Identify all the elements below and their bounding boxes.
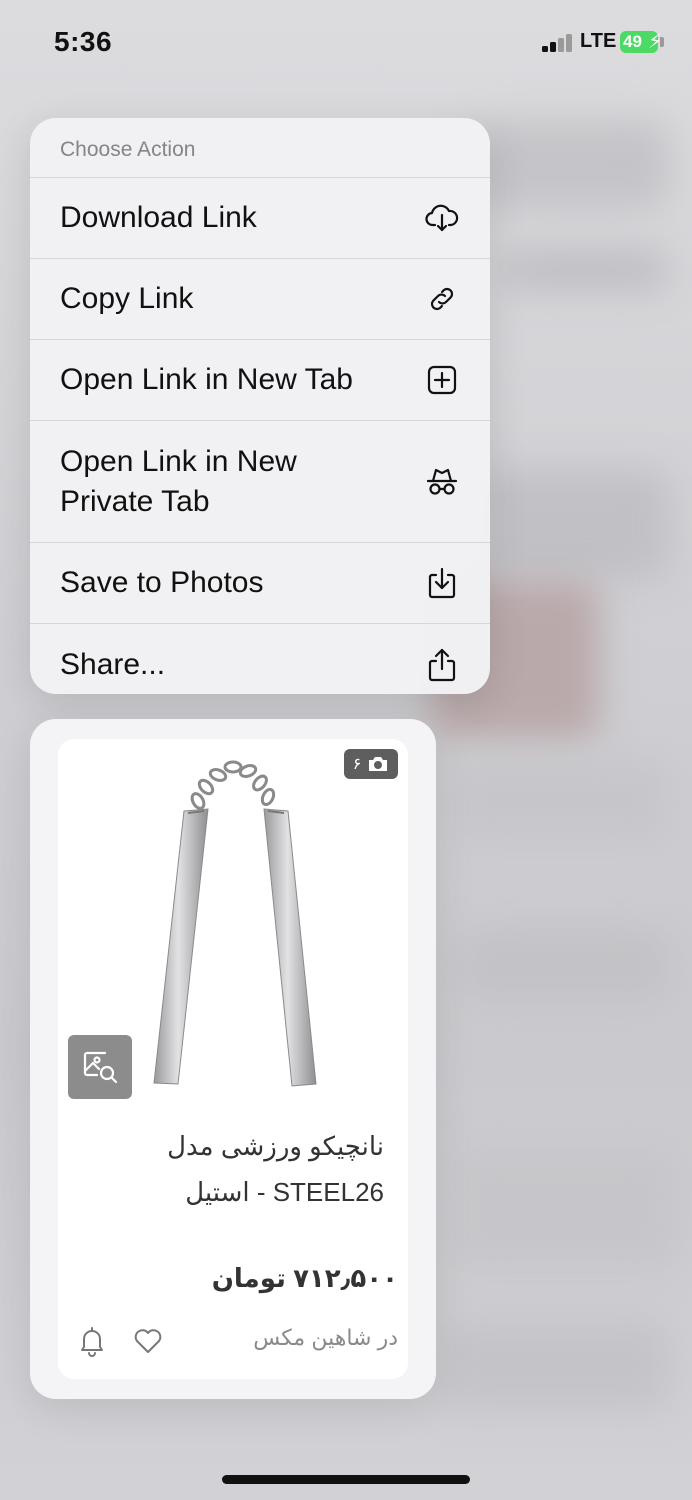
product-title[interactable]: نانچیکو ورزشی مدل STEEL26 - استیل: [84, 1123, 384, 1215]
menu-item-copy-link[interactable]: Copy Link: [30, 259, 490, 340]
menu-item-label: Copy Link: [60, 282, 194, 315]
home-indicator[interactable]: [222, 1475, 470, 1484]
menu-item-label: Open Link in New Tab: [60, 363, 353, 396]
save-to-photos-icon: [424, 565, 460, 601]
menu-item-open-private-tab[interactable]: Open Link in New Private Tab: [30, 421, 490, 543]
menu-item-label: Share...: [60, 647, 166, 681]
menu-item-share[interactable]: Share...: [30, 624, 490, 694]
status-bar: 5:36 LTE 49 ⚡: [0, 0, 692, 86]
photo-count: ۶: [352, 756, 362, 773]
heart-icon[interactable]: [132, 1325, 164, 1357]
bell-icon[interactable]: [76, 1325, 108, 1357]
incognito-icon: [424, 464, 460, 500]
network-type: LTE: [580, 30, 617, 52]
plus-square-icon: [424, 362, 460, 398]
link-icon: [424, 281, 460, 317]
menu-header: Choose Action: [30, 118, 490, 178]
camera-icon: [369, 757, 388, 771]
menu-item-label: Open Link in New Private Tab: [60, 444, 297, 518]
cellular-signal-icon: [542, 32, 576, 52]
clock: 5:36: [54, 26, 113, 57]
image-search-icon: [83, 1051, 118, 1084]
choose-action-menu: Choose Action Download Link Copy Link Op…: [30, 118, 490, 694]
seller-name: در شاهین مکس: [253, 1325, 398, 1350]
share-icon: [424, 647, 460, 683]
cloud-download-icon: [424, 200, 460, 236]
charging-bolt-icon: ⚡: [648, 31, 663, 53]
image-search-button[interactable]: [68, 1035, 132, 1099]
photo-count-badge: ۶: [344, 749, 398, 779]
menu-item-save-to-photos[interactable]: Save to Photos: [30, 543, 490, 624]
menu-item-label: Save to Photos: [60, 566, 264, 599]
product-card[interactable]: ۶ نانچیکو ورزشی مدل STEEL26 - استیل ۷۱۲٫…: [58, 739, 408, 1379]
product-price: ۷۱۲٫۵۰۰ تومان: [211, 1263, 398, 1293]
menu-item-open-new-tab[interactable]: Open Link in New Tab: [30, 340, 490, 421]
link-preview-card[interactable]: ۶ نانچیکو ورزشی مدل STEEL26 - استیل ۷۱۲٫…: [30, 719, 436, 1399]
menu-item-label: Download Link: [60, 201, 257, 234]
menu-item-download-link[interactable]: Download Link: [30, 178, 490, 259]
